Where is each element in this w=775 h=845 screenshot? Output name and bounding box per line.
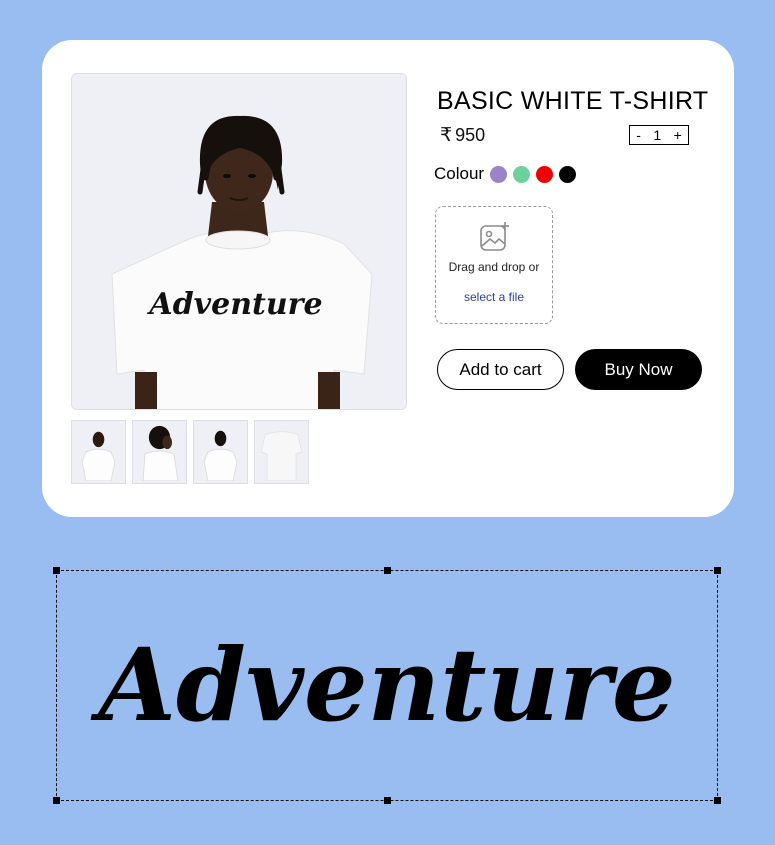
resize-handle-bottom-middle[interactable] — [384, 797, 391, 804]
quantity-decrease-button[interactable]: - — [636, 127, 641, 143]
thumbnail-flatlay[interactable] — [254, 420, 309, 484]
product-card: Adventure BASIC WHITE T-SHIRT ₹ 950 - 1 … — [42, 40, 734, 517]
canvas-text-content: Adventure — [90, 626, 675, 744]
quantity-value: 1 — [653, 127, 662, 143]
currency-symbol: ₹ — [440, 125, 453, 146]
colour-label: Colour — [434, 164, 485, 183]
quantity-stepper: - 1 + — [629, 125, 689, 145]
upload-drag-text: Drag and drop or — [448, 260, 540, 274]
file-upload-dropzone[interactable]: Drag and drop or select a file — [435, 206, 553, 324]
add-to-cart-button[interactable]: Add to cart — [437, 349, 564, 390]
resize-handle-bottom-right[interactable] — [714, 797, 721, 804]
resize-handle-top-middle[interactable] — [384, 567, 391, 574]
thumbnail-side[interactable] — [132, 420, 187, 484]
resize-handle-top-left[interactable] — [53, 567, 60, 574]
thumbnail-back[interactable] — [193, 420, 248, 484]
buy-now-button[interactable]: Buy Now — [575, 349, 702, 390]
price-value: 950 — [455, 125, 486, 145]
upload-select-link[interactable]: select a file — [436, 290, 552, 304]
colour-swatch-black[interactable] — [559, 165, 577, 183]
image-add-icon — [480, 222, 509, 251]
resize-handle-top-right[interactable] — [714, 567, 721, 574]
quantity-increase-button[interactable]: + — [674, 127, 682, 143]
thumbnail-front[interactable] — [71, 420, 126, 484]
product-main-image: Adventure — [71, 73, 407, 410]
colour-swatch-red[interactable] — [536, 165, 554, 183]
colour-swatch-purple[interactable] — [490, 165, 508, 183]
colour-selector: Colour — [434, 164, 577, 184]
product-price: ₹ 950 — [440, 124, 485, 147]
resize-handle-bottom-left[interactable] — [53, 797, 60, 804]
product-title: BASIC WHITE T-SHIRT — [437, 87, 709, 115]
colour-swatch-green[interactable] — [513, 165, 531, 183]
design-canvas-text[interactable]: Adventure — [56, 610, 718, 760]
shirt-print-text: Adventure — [146, 287, 322, 322]
thumbnail-strip — [71, 420, 309, 484]
